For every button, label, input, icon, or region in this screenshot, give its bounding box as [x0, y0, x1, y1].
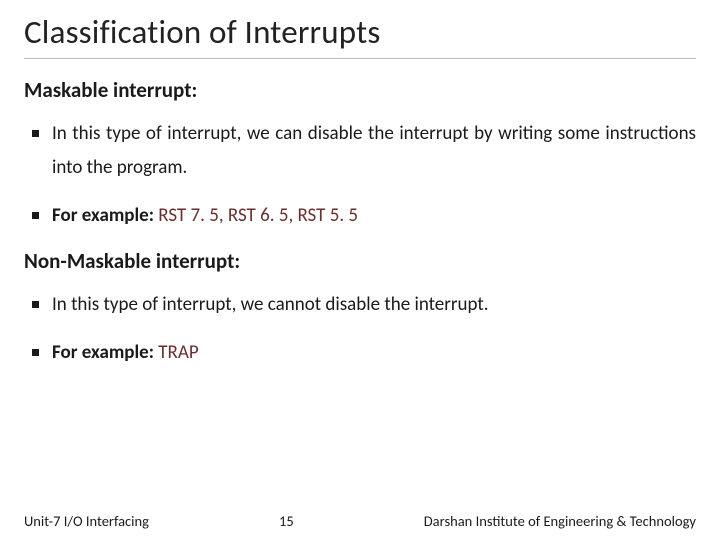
bullet-prefix: For example:	[52, 204, 158, 227]
section-heading: Maskable interrupt:	[24, 77, 696, 103]
footer: Unit-7 I/O Interfacing 15 Darshan Instit…	[0, 512, 720, 530]
list-item: In this type of interrupt, we can disabl…	[30, 117, 696, 185]
page-title: Classification of Interrupts	[24, 12, 696, 59]
footer-right: Darshan Institute of Engineering & Techn…	[424, 512, 696, 530]
bullet-list: In this type of interrupt, we cannot dis…	[24, 288, 696, 370]
bullet-text: In this type of interrupt, we can disabl…	[52, 122, 696, 179]
page-number: 15	[279, 512, 294, 530]
slide: Classification of Interrupts Maskable in…	[0, 0, 720, 540]
list-item: For example: RST 7. 5, RST 6. 5, RST 5. …	[30, 199, 696, 233]
list-item: In this type of interrupt, we cannot dis…	[30, 288, 696, 322]
section-heading: Non-Maskable interrupt:	[24, 248, 696, 274]
footer-left: Unit-7 I/O Interfacing	[24, 512, 149, 530]
bullet-list: In this type of interrupt, we can disabl…	[24, 117, 696, 234]
bullet-accent: TRAP	[158, 341, 198, 364]
list-item: For example: TRAP	[30, 336, 696, 370]
bullet-text: In this type of interrupt, we cannot dis…	[52, 293, 489, 316]
bullet-accent: RST 7. 5, RST 6. 5, RST 5. 5	[158, 204, 358, 227]
bullet-prefix: For example:	[52, 341, 158, 364]
